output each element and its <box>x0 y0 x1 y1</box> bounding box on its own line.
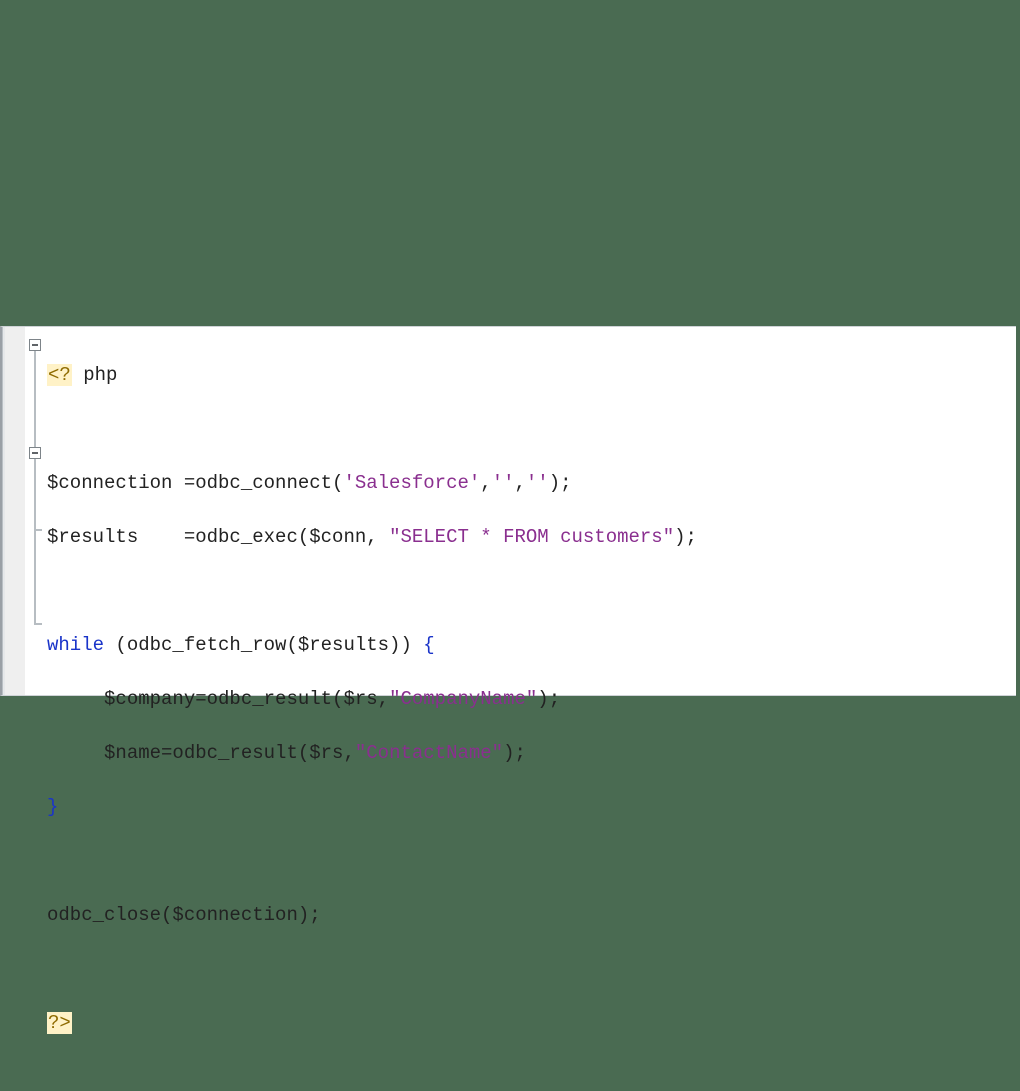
code-line: while (odbc_fetch_row($results)) { <box>47 632 1016 659</box>
code-text: $connection =odbc_connect( <box>47 472 343 494</box>
php-close-tag: ?> <box>47 1012 72 1034</box>
fold-guide-line <box>34 351 36 457</box>
code-text: php <box>72 364 118 386</box>
keyword: while <box>47 634 104 656</box>
code-line: $name=odbc_result($rs,"ContactName"); <box>47 740 1016 767</box>
code-text: , <box>515 472 526 494</box>
code-text: odbc_close($connection); <box>47 904 321 926</box>
fold-toggle-icon[interactable] <box>29 447 41 459</box>
code-line: $connection =odbc_connect('Salesforce','… <box>47 470 1016 497</box>
code-area[interactable]: <? php $connection =odbc_connect('Salesf… <box>47 327 1016 695</box>
code-text: (odbc_fetch_row($results)) <box>104 634 423 656</box>
code-line: $results =odbc_exec($conn, "SELECT * FRO… <box>47 524 1016 551</box>
code-text: $company=odbc_result($rs, <box>47 688 389 710</box>
code-line: } <box>47 794 1016 821</box>
fold-toggle-icon[interactable] <box>29 339 41 351</box>
fold-guide-line <box>34 531 36 625</box>
editor-gutter <box>5 327 25 695</box>
code-line: $company=odbc_result($rs,"CompanyName"); <box>47 686 1016 713</box>
code-text: ); <box>674 526 697 548</box>
code-line <box>47 416 1016 443</box>
string-literal: '' <box>492 472 515 494</box>
brace: } <box>47 796 58 818</box>
code-text: $results =odbc_exec($conn, <box>47 526 389 548</box>
fold-column <box>25 327 47 695</box>
code-text: ); <box>537 688 560 710</box>
code-line: <? php <box>47 362 1016 389</box>
code-line: odbc_close($connection); <box>47 902 1016 929</box>
string-literal: '' <box>526 472 549 494</box>
string-literal: "ContactName" <box>355 742 503 764</box>
code-text: ); <box>503 742 526 764</box>
code-line <box>47 848 1016 875</box>
code-line <box>47 956 1016 983</box>
string-literal: "CompanyName" <box>389 688 537 710</box>
code-editor[interactable]: <? php $connection =odbc_connect('Salesf… <box>0 326 1016 696</box>
code-text: , <box>480 472 491 494</box>
code-text: $name=odbc_result($rs, <box>47 742 355 764</box>
fold-guide-line <box>34 459 36 531</box>
php-open-tag: <? <box>47 364 72 386</box>
string-literal: "SELECT * FROM customers" <box>389 526 674 548</box>
fold-end-icon <box>34 623 42 625</box>
code-line: ?> <box>47 1010 1016 1037</box>
code-text: ); <box>549 472 572 494</box>
string-literal: 'Salesforce' <box>343 472 480 494</box>
code-line <box>47 578 1016 605</box>
brace: { <box>423 634 434 656</box>
